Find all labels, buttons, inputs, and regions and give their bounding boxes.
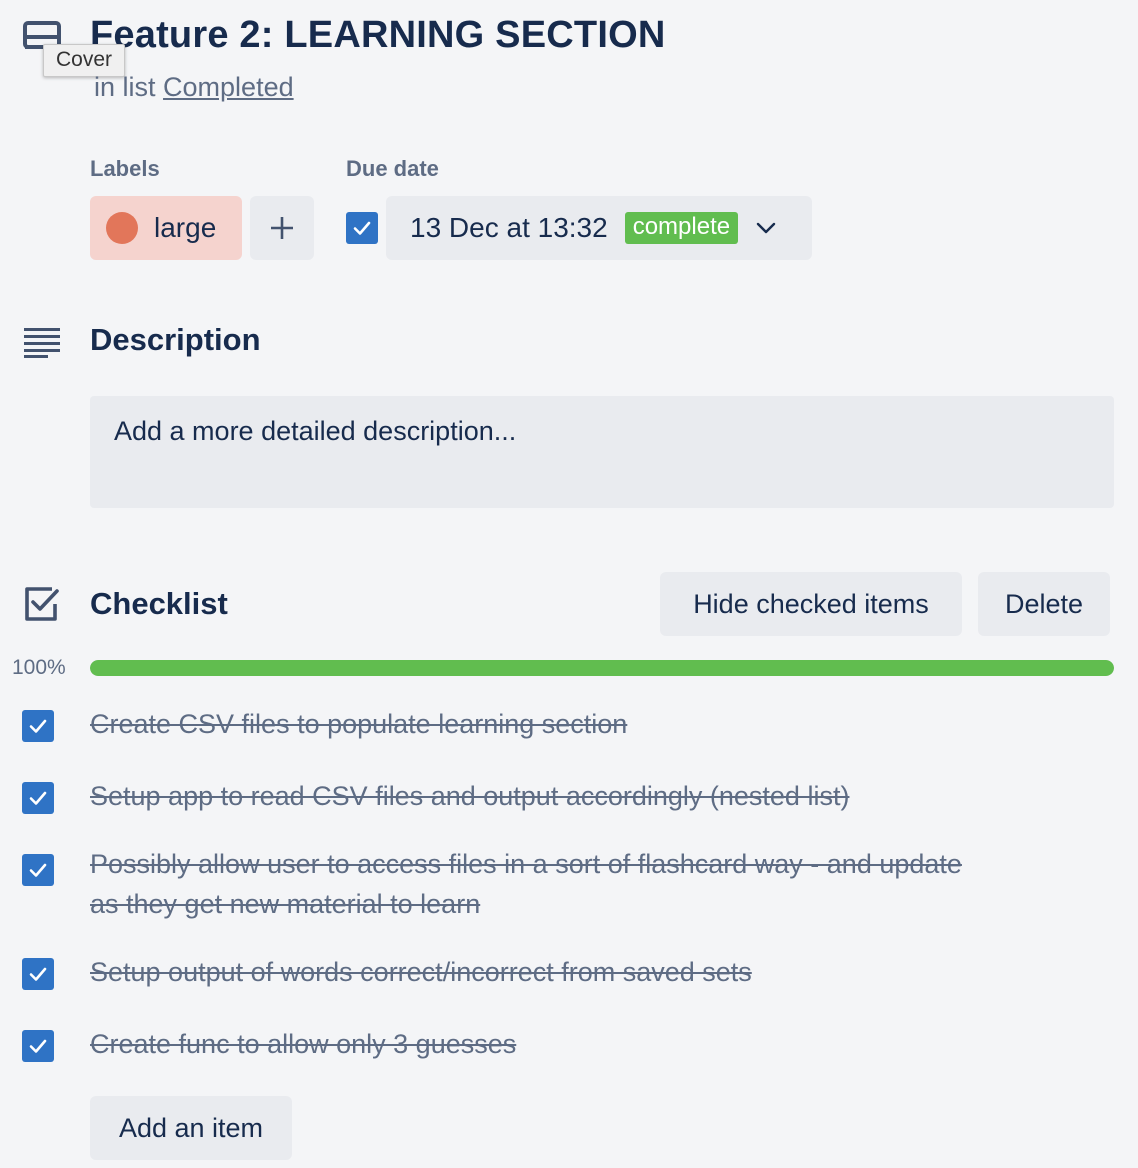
labels-heading: Labels: [90, 156, 160, 181]
card-detail: Feature 2: LEARNING SECTION Cover in lis…: [0, 0, 1138, 1168]
checkmark-icon: [353, 221, 371, 235]
checklist-item-checkbox[interactable]: [22, 958, 54, 990]
checklist-item-text[interactable]: Possibly allow user to access files in a…: [90, 844, 970, 924]
list-link[interactable]: Completed: [163, 72, 294, 102]
checklist-item-text[interactable]: Create func to allow only 3 guesses: [90, 1024, 970, 1064]
due-date-button[interactable]: 13 Dec at 13:32 complete: [386, 196, 812, 260]
checklist-progress-bar: [90, 660, 1114, 676]
checklist-item-checkbox[interactable]: [22, 1030, 54, 1062]
due-date-checkbox[interactable]: [346, 212, 378, 244]
checklist-progress-fill: [90, 660, 1114, 676]
due-status-badge: complete: [624, 212, 739, 244]
checklist-item-text[interactable]: Setup app to read CSV files and output a…: [90, 776, 970, 816]
label-chip[interactable]: large: [90, 196, 242, 260]
chevron-down-icon: [752, 214, 780, 242]
checklist-heading: Checklist: [90, 586, 228, 621]
checklist-item-text[interactable]: Create CSV files to populate learning se…: [90, 704, 970, 744]
checklist-item-checkbox[interactable]: [22, 854, 54, 886]
add-label-button[interactable]: [250, 196, 314, 260]
description-input[interactable]: Add a more detailed description...: [90, 396, 1114, 508]
checklist-icon: [22, 586, 62, 622]
checkmark-icon: [29, 967, 47, 981]
delete-checklist-button[interactable]: Delete: [978, 572, 1110, 636]
in-list-prefix: in list: [94, 72, 156, 102]
description-heading: Description: [90, 322, 261, 357]
checklist-item-checkbox[interactable]: [22, 710, 54, 742]
card-list-info: in list Completed: [94, 72, 294, 103]
checklist-item-text[interactable]: Setup output of words correct/incorrect …: [90, 952, 970, 992]
due-date-heading: Due date: [346, 156, 439, 181]
hide-checked-items-button[interactable]: Hide checked items: [660, 572, 962, 636]
checkmark-icon: [29, 719, 47, 733]
checkmark-icon: [29, 1039, 47, 1053]
due-date-value: 13 Dec at 13:32: [410, 212, 608, 243]
card-title[interactable]: Feature 2: LEARNING SECTION: [90, 14, 665, 57]
add-checklist-item-button[interactable]: Add an item: [90, 1096, 292, 1160]
checklist-item-checkbox[interactable]: [22, 782, 54, 814]
label-name: large: [154, 212, 217, 243]
checklist-progress-label: 100%: [12, 656, 66, 679]
plus-icon: [271, 217, 293, 239]
label-color-dot: [106, 212, 138, 244]
checkmark-icon: [29, 863, 47, 877]
description-icon: [22, 326, 62, 358]
checkmark-icon: [29, 791, 47, 805]
